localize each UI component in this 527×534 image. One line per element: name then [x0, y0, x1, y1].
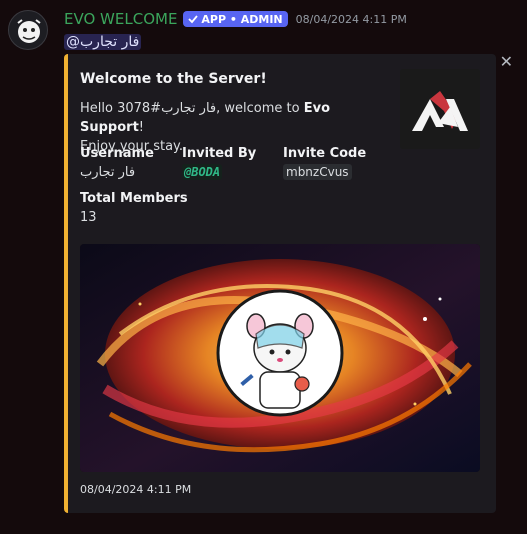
total-members-value: 13 — [80, 210, 97, 225]
username-label: Username — [80, 146, 154, 161]
total-members-label: Total Members — [80, 191, 188, 206]
invited-by-field: Invited By @BODA — [182, 146, 256, 180]
bot-avatar[interactable] — [8, 10, 48, 50]
message-header: EVO WELCOME APP • ADMIN 08/04/2024 4:11 … — [64, 9, 407, 29]
check-icon — [188, 15, 199, 24]
invite-code-value: mbnzCvus — [283, 164, 352, 180]
desc-hello: Hello 3078#فار تجارب, welcome to — [80, 101, 304, 116]
embed-title: Welcome to the Server! — [80, 71, 267, 87]
invite-code-label: Invite Code — [283, 146, 367, 161]
message-timestamp: 08/04/2024 4:11 PM — [295, 12, 407, 26]
ghost-avatar-icon — [17, 19, 41, 43]
invite-code-field: Invite Code mbnzCvus — [283, 146, 366, 180]
banner-artwork — [80, 244, 480, 472]
evo-logo-icon — [412, 91, 468, 131]
user-mention[interactable]: @فار تجارب — [64, 34, 142, 50]
welcome-embed: Welcome to the Server! Hello 3078#فار تج… — [64, 54, 496, 513]
embed-thumbnail[interactable] — [400, 69, 480, 149]
embed-footer-timestamp: 08/04/2024 4:11 PM — [80, 483, 192, 496]
welcome-banner-image[interactable] — [80, 244, 480, 472]
author-name[interactable]: EVO WELCOME — [64, 10, 177, 28]
username-field: Username فار تجارب — [80, 146, 154, 180]
total-members-field: Total Members 13 — [80, 191, 188, 225]
invited-by-label: Invited By — [182, 146, 257, 161]
message-content: @فار تجارب — [64, 31, 142, 50]
inviter-mention[interactable]: @BODA — [182, 164, 223, 180]
close-icon[interactable]: ✕ — [500, 52, 513, 71]
desc-tail: ! — [138, 120, 145, 135]
username-value: فار تجارب — [80, 165, 136, 180]
app-admin-badge: APP • ADMIN — [183, 11, 288, 27]
badge-label: APP • ADMIN — [201, 12, 283, 26]
